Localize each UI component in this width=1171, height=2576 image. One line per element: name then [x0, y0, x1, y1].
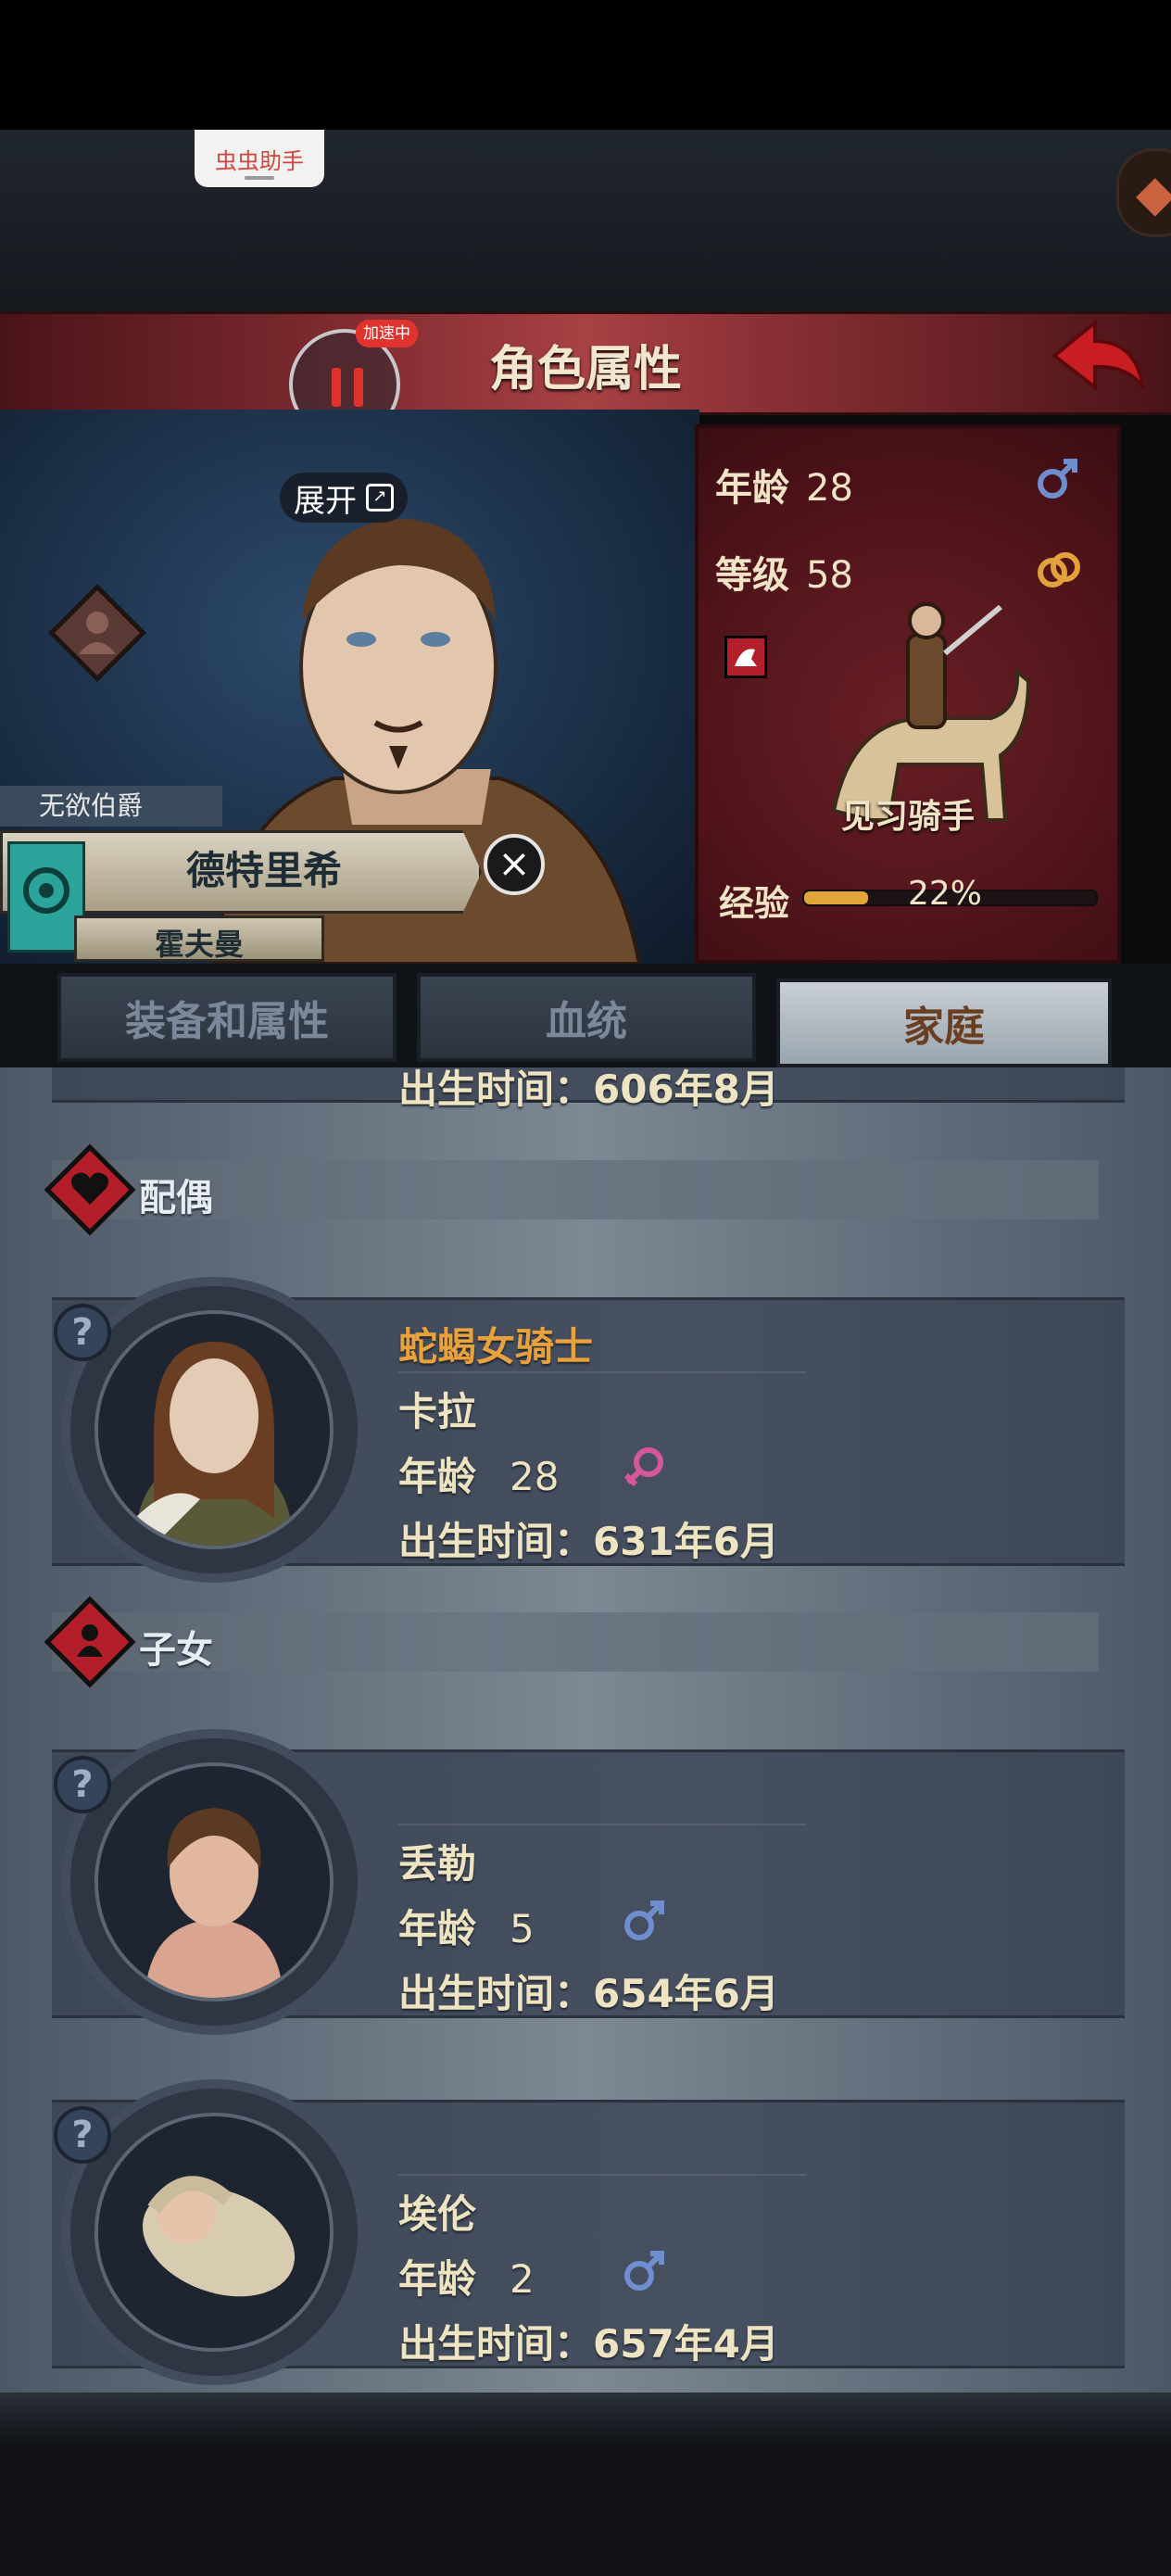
child-avatar-2: [94, 2113, 334, 2352]
age-label: 年龄: [398, 2256, 477, 2302]
age-stat: 年龄 28: [715, 458, 853, 511]
child-age-value-1: 5: [510, 1906, 535, 1951]
faction-flag-icon: [724, 636, 767, 678]
heart-icon: [44, 1143, 136, 1236]
child-age-1: 年龄 5: [398, 1898, 535, 1954]
divider: [398, 2174, 806, 2176]
age-label: 年龄: [715, 467, 789, 510]
spouse-age-value: 28: [510, 1454, 560, 1499]
male-icon: [624, 2251, 664, 2291]
tab-equipment[interactable]: 装备和属性: [57, 973, 397, 1062]
level-label: 等级: [715, 554, 789, 597]
spouse-age: 年龄 28: [398, 1446, 559, 1502]
age-value: 28: [806, 467, 853, 510]
spouse-section-title: 配偶: [139, 1177, 213, 1219]
children-section-title: 子女: [139, 1629, 213, 1672]
expand-label: 展开: [294, 482, 357, 520]
character-name: 德特里希: [185, 848, 342, 893]
child-birth-1: 出生时间：654年6月: [398, 1971, 779, 2016]
status-bar: [0, 0, 1171, 130]
tab-family[interactable]: 家庭: [776, 979, 1112, 1067]
back-arrow-icon[interactable]: [1047, 313, 1149, 398]
character-surname: 霍夫曼: [154, 927, 244, 962]
spouse-name: 卡拉: [398, 1389, 477, 1434]
child-name-2: 埃伦: [398, 2191, 477, 2237]
exp-label: 经验: [719, 883, 790, 924]
male-icon: [1038, 459, 1077, 499]
age-label: 年龄: [398, 1906, 477, 1951]
exp-percent: 22%: [908, 875, 983, 913]
help-icon[interactable]: ?: [54, 1304, 111, 1361]
age-label: 年龄: [398, 1454, 477, 1499]
silhouette-icon[interactable]: [48, 584, 146, 682]
parent-birth: 出生时间：606年8月: [398, 1067, 779, 1112]
child-age-2: 年龄 2: [398, 2248, 535, 2305]
child-age-value-2: 2: [510, 2256, 535, 2302]
speed-badge: 加速中: [356, 320, 418, 347]
child-birth-2: 出生时间：657年4月: [398, 2321, 779, 2367]
help-icon[interactable]: ?: [54, 1756, 111, 1813]
spouse-birth: 出生时间：631年6月: [398, 1519, 779, 1564]
helper-tab[interactable]: 虫虫助手: [195, 130, 324, 187]
child-avatar-1: [94, 1762, 334, 2001]
corner-menu-icon[interactable]: ◆: [1116, 148, 1171, 237]
close-icon[interactable]: ×: [484, 834, 545, 895]
spouse-avatar: [94, 1310, 334, 1549]
noble-title: 无欲伯爵: [0, 786, 222, 827]
female-icon: [623, 1447, 663, 1487]
upper-backdrop: [0, 130, 1171, 315]
marriage-rings-icon: [1038, 552, 1080, 587]
tab-bloodline[interactable]: 血统: [417, 973, 756, 1062]
divider: [398, 1824, 806, 1825]
child-icon: [44, 1596, 136, 1688]
page-title: 角色属性: [488, 342, 682, 398]
class-name: 见习骑手: [840, 798, 975, 836]
expand-button[interactable]: 展开 ↗: [280, 473, 408, 523]
family-list[interactable]: 出生时间：606年8月 配偶 ? 蛇蝎女骑士 卡拉 年龄 28 出生时间：631年…: [0, 1067, 1171, 2393]
male-icon: [624, 1900, 664, 1940]
divider: [398, 1371, 806, 1373]
spouse-title: 蛇蝎女骑士: [398, 1324, 594, 1370]
bottom-shadow: [0, 2393, 1171, 2448]
exp-progress-fill: [804, 891, 869, 904]
help-icon[interactable]: ?: [54, 2106, 111, 2164]
expand-icon: ↗: [366, 484, 394, 511]
child-name-1: 丢勒: [398, 1841, 477, 1887]
